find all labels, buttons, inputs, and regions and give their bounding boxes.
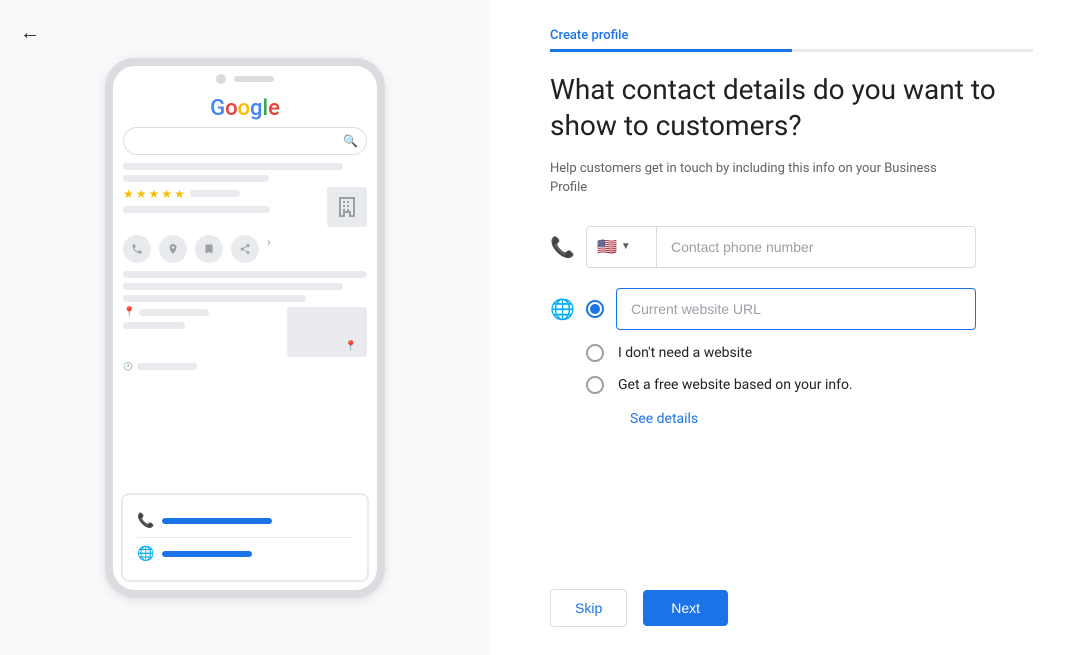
phone-input-row: 📞 🇺🇸 ▼ xyxy=(550,226,1033,268)
phone-number-input[interactable] xyxy=(657,227,975,267)
star-icon: ★ xyxy=(161,187,172,201)
content-line xyxy=(123,322,185,329)
card-url-line xyxy=(162,551,252,557)
phone-content: Google 🔍 ★ ★ ★ ★ ★ xyxy=(113,90,377,381)
action-icons-row: › xyxy=(123,235,367,263)
tab-label: Create profile xyxy=(550,28,1033,43)
free-website-radio[interactable] xyxy=(586,376,604,394)
content-line xyxy=(123,271,367,278)
map-info: 📍 xyxy=(123,307,279,357)
building-icon xyxy=(327,187,367,227)
map-section: 📍 📍 xyxy=(123,307,367,357)
country-code-dropdown[interactable]: 🇺🇸 ▼ xyxy=(587,227,657,267)
content-line xyxy=(123,175,269,182)
progress-empty xyxy=(792,49,1034,52)
star-icon: ★ xyxy=(149,187,160,201)
phone-speaker xyxy=(234,76,274,82)
phone-input-group[interactable]: 🇺🇸 ▼ xyxy=(586,226,976,268)
business-info: ★ ★ ★ ★ ★ xyxy=(123,187,319,218)
phone-search-bar: 🔍 xyxy=(123,127,367,155)
see-details-section: See details xyxy=(630,408,1033,427)
map-pin-icon: 📍 xyxy=(345,341,357,352)
skip-button[interactable]: Skip xyxy=(550,589,627,627)
main-heading: What contact details do you want to show… xyxy=(550,72,1033,145)
chevron-down-icon: ▼ xyxy=(621,241,631,252)
time-row: 🕐 xyxy=(123,362,367,371)
url-radio-selected[interactable] xyxy=(586,300,604,318)
stars-text xyxy=(190,190,240,197)
card-phone-row: 📞 xyxy=(137,505,353,537)
content-line xyxy=(123,283,343,290)
no-website-option[interactable]: I don't need a website xyxy=(586,344,1033,362)
address-line xyxy=(139,309,209,316)
free-website-label: Get a free website based on your info. xyxy=(618,377,853,393)
right-panel: Create profile What contact details do y… xyxy=(490,0,1083,655)
next-button[interactable]: Next xyxy=(643,590,728,626)
pin-icon: 📍 xyxy=(123,307,135,318)
progress-filled xyxy=(550,49,792,52)
card-phone-icon: 📞 xyxy=(137,513,154,529)
no-website-radio[interactable] xyxy=(586,344,604,362)
left-panel: ← Google 🔍 ★ ★ ★ ★ xyxy=(0,0,490,655)
progress-bar xyxy=(550,49,1033,52)
map-preview: 📍 xyxy=(287,307,367,357)
share-action-icon xyxy=(231,235,259,263)
card-phone-line xyxy=(162,518,272,524)
business-card-area: ★ ★ ★ ★ ★ xyxy=(123,187,367,227)
location-action-icon xyxy=(159,235,187,263)
url-section: 🌐 I don't need a website Get a free webs… xyxy=(550,288,1033,427)
phone-bottom-card: 📞 🌐 xyxy=(121,493,369,582)
pin-row: 📍 xyxy=(123,307,279,318)
clock-icon: 🕐 xyxy=(123,362,133,371)
card-globe-icon: 🌐 xyxy=(137,546,154,562)
phone-camera xyxy=(216,74,226,84)
star-icon: ★ xyxy=(136,187,147,201)
search-icon: 🔍 xyxy=(343,134,358,148)
form-section: 📞 🇺🇸 ▼ 🌐 I don't need a web xyxy=(550,226,1033,569)
bookmark-action-icon xyxy=(195,235,223,263)
globe-icon: 🌐 xyxy=(550,297,574,321)
no-website-label: I don't need a website xyxy=(618,345,752,361)
progress-section: Create profile xyxy=(550,28,1033,52)
time-line xyxy=(137,363,197,370)
back-button[interactable]: ← xyxy=(20,20,40,45)
sub-text: Help customers get in touch by including… xyxy=(550,159,970,198)
phone-action-icon xyxy=(123,235,151,263)
content-line xyxy=(123,295,306,302)
website-url-input[interactable] xyxy=(616,288,976,330)
chevron-right-icon: › xyxy=(267,235,271,263)
content-line xyxy=(123,163,343,170)
radio-inner-dot xyxy=(590,304,600,314)
buttons-row: Skip Next xyxy=(550,589,1033,627)
see-details-link[interactable]: See details xyxy=(630,411,698,427)
phone-row-icon: 📞 xyxy=(550,235,574,259)
content-line xyxy=(123,206,270,213)
flag-icon: 🇺🇸 xyxy=(597,237,617,256)
url-row: 🌐 xyxy=(550,288,1033,330)
stars-row: ★ ★ ★ ★ ★ xyxy=(123,187,319,201)
star-icon: ★ xyxy=(174,187,185,201)
phone-mockup: Google 🔍 ★ ★ ★ ★ ★ xyxy=(105,58,385,598)
phone-top-bar xyxy=(113,66,377,90)
star-icon: ★ xyxy=(123,187,134,201)
google-logo: Google xyxy=(123,96,367,121)
free-website-option[interactable]: Get a free website based on your info. xyxy=(586,376,1033,394)
card-url-row: 🌐 xyxy=(137,537,353,570)
